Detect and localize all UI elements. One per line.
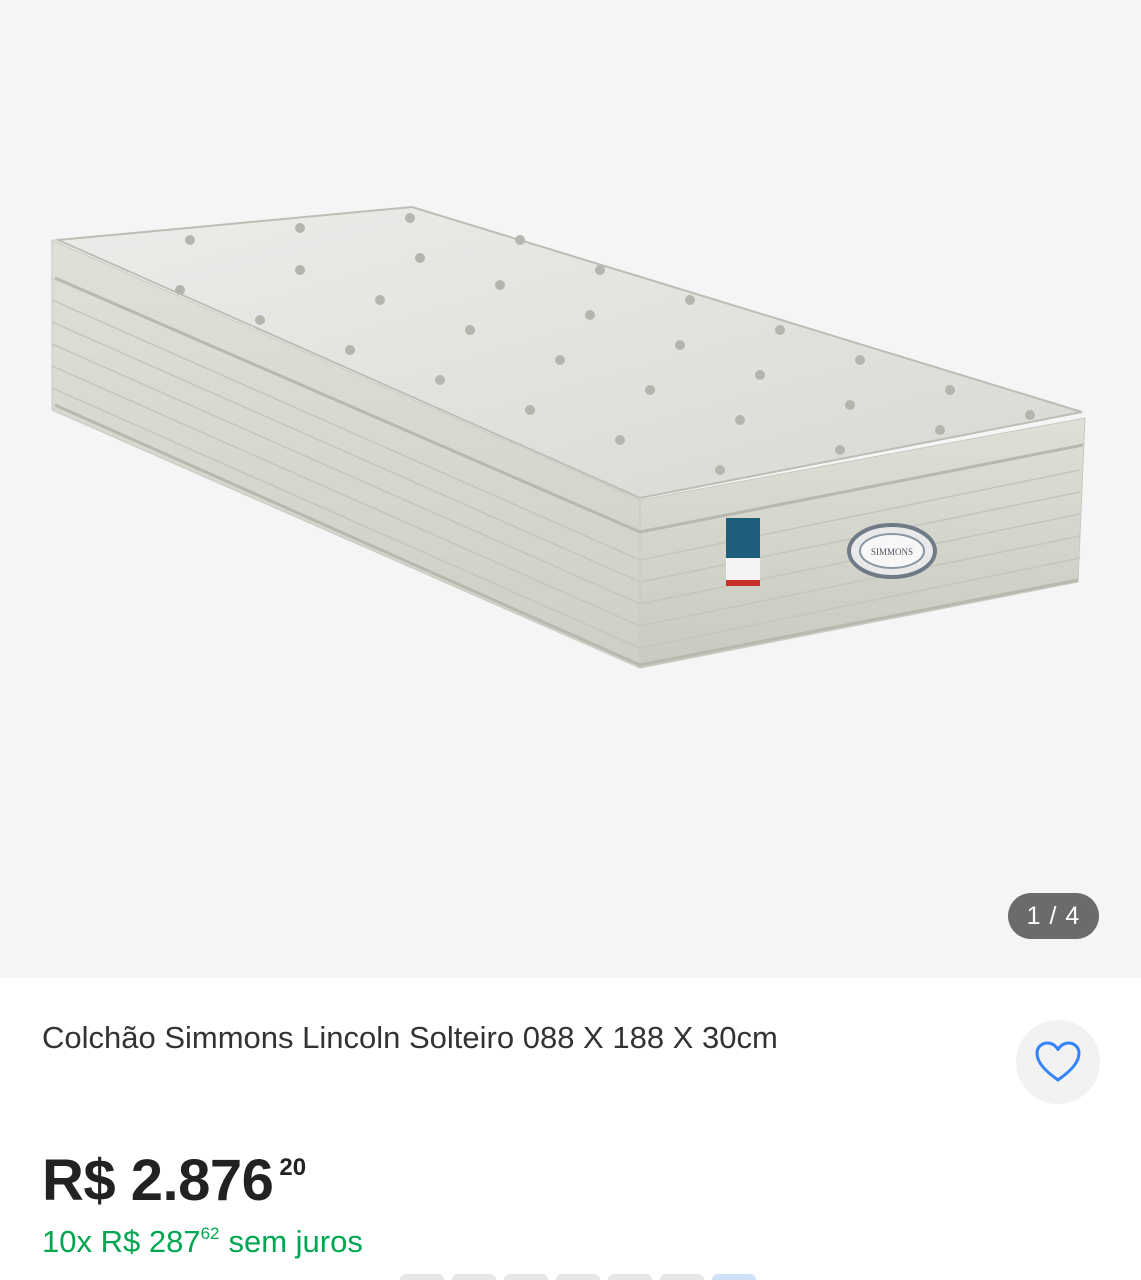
thumbnail[interactable] — [452, 1274, 496, 1280]
favorite-button[interactable] — [1016, 1020, 1100, 1104]
installments-cents: 62 — [200, 1224, 220, 1243]
installments: 10x R$ 287 62 sem juros — [42, 1222, 363, 1262]
thumbnail[interactable] — [660, 1274, 704, 1280]
product-title: Colchão Simmons Lincoln Solteiro 088 X 1… — [42, 1020, 778, 1055]
thumbnail[interactable] — [504, 1274, 548, 1280]
product-image-gallery[interactable]: SIMMONS 1 / 4 — [0, 0, 1141, 978]
thumbnail-strip — [400, 1274, 756, 1280]
thumbnail[interactable] — [400, 1274, 444, 1280]
thumbnail[interactable] — [608, 1274, 652, 1280]
thumbnail[interactable] — [556, 1274, 600, 1280]
brand-label: SIMMONS — [871, 547, 913, 557]
thumbnail[interactable] — [712, 1274, 756, 1280]
installments-prefix: 10x R$ 287 — [42, 1224, 201, 1259]
price: R$ 2.876 20 — [42, 1148, 306, 1214]
installments-suffix: sem juros — [228, 1224, 363, 1259]
mattress-image[interactable]: SIMMONS — [0, 0, 1141, 978]
price-cents: 20 — [279, 1154, 307, 1181]
image-counter: 1 / 4 — [1008, 893, 1099, 939]
heart-outline-icon — [1035, 1041, 1081, 1082]
price-main: R$ 2.876 — [42, 1148, 274, 1213]
